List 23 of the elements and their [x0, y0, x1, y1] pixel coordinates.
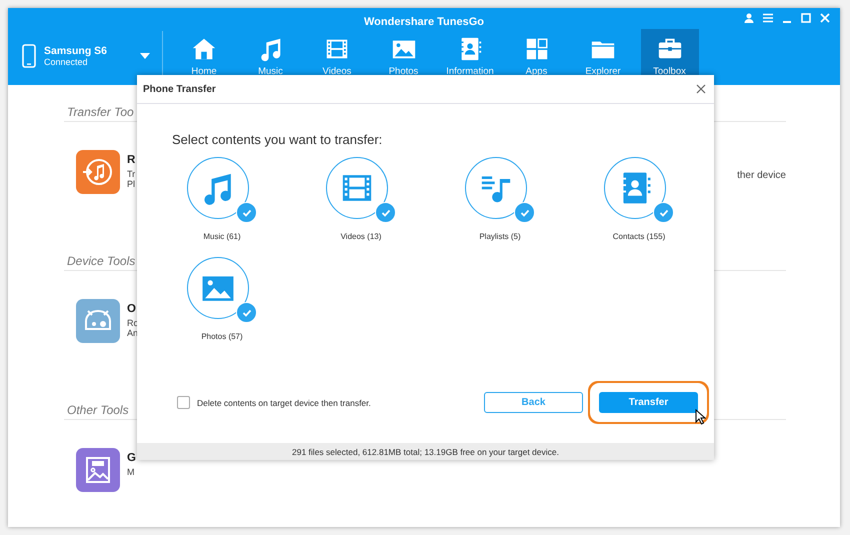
tool-description: Tr	[127, 169, 136, 179]
content-type-label: Photos (57)	[201, 332, 243, 341]
nav-tab[interactable]: Explorer	[574, 29, 632, 86]
nav-tab[interactable]: Music	[242, 29, 300, 86]
prompt-text: Select contents you want to transfer:	[172, 132, 384, 147]
content-type-label: Contacts (155)	[612, 232, 666, 241]
content-type-label: Playlists (5)	[479, 232, 521, 241]
content-type-label: Music (61)	[203, 232, 241, 241]
tool-description: M	[127, 467, 136, 477]
tool-title: R	[127, 154, 136, 166]
device-status: Connected	[44, 56, 89, 66]
checkbox-label: Delete contents on target device then transfer.	[197, 398, 371, 408]
tool-title: G	[127, 452, 136, 464]
device-name: Samsung S6	[44, 44, 108, 56]
tool-description: ther device	[737, 170, 786, 181]
window-title: Wondershare TunesGo	[364, 16, 484, 28]
content-type-label: Videos (13)	[340, 232, 382, 241]
tool-title: O	[127, 303, 137, 315]
dialog-title: Phone Transfer	[143, 84, 216, 94]
nav-tab[interactable]: Apps	[508, 29, 566, 86]
status-bar: 291 files selected, 612.81MB total; 13.19GB free on your target device.	[137, 443, 714, 460]
back-button[interactable]: Back	[484, 392, 583, 413]
tool-description: Pl	[127, 179, 136, 189]
